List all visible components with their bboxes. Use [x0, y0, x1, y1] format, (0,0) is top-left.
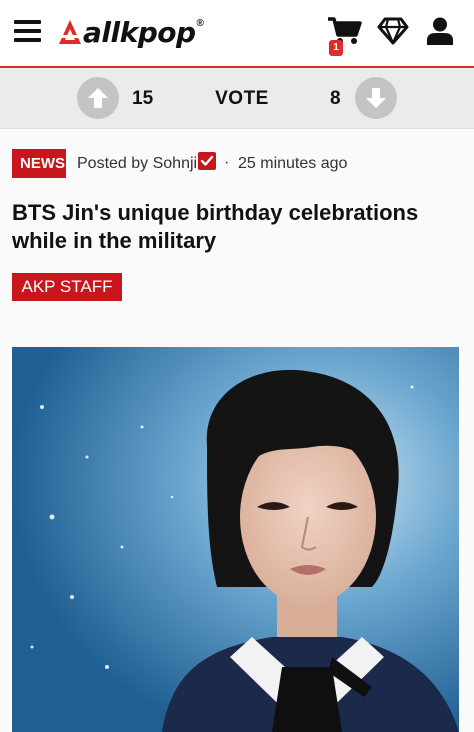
- account-button[interactable]: [427, 17, 453, 45]
- verified-icon: [198, 152, 216, 170]
- logo-text: allkpop: [83, 15, 196, 49]
- separator-dot: ·: [224, 154, 230, 171]
- registered-mark: ®: [196, 18, 204, 29]
- downvote-button[interactable]: [355, 77, 397, 119]
- staff-author-tag[interactable]: AKP STAFF: [12, 273, 122, 301]
- downvote-count: 8: [330, 88, 341, 109]
- vote-label: VOTE: [215, 88, 269, 109]
- category-badge[interactable]: NEWS: [12, 149, 66, 178]
- vote-bar: 15 VOTE 8: [0, 68, 474, 129]
- hamburger-menu-icon[interactable]: [14, 20, 41, 42]
- shopping-cart-button[interactable]: 1: [328, 16, 362, 60]
- arrow-up-icon: [88, 88, 108, 108]
- vip-button[interactable]: [377, 16, 409, 46]
- upvote-count: 15: [132, 88, 154, 109]
- logo-mark-icon: [59, 20, 81, 44]
- article-hero-image[interactable]: [12, 347, 459, 732]
- diamond-icon: [377, 17, 409, 45]
- upvote-button[interactable]: [77, 77, 119, 119]
- hero-photo-illustration: [12, 347, 459, 732]
- cart-count-badge: 1: [329, 40, 343, 56]
- allkpop-logo[interactable]: allkpop ®: [58, 14, 204, 50]
- user-icon: [427, 17, 453, 45]
- arrow-down-icon: [366, 88, 386, 108]
- article-content: NEWS Posted by Sohnji · 25 minutes ago B…: [0, 129, 474, 732]
- author-byline[interactable]: Posted by Sohnji: [77, 155, 197, 173]
- post-time: 25 minutes ago: [238, 155, 348, 172]
- article-title: BTS Jin's unique birthday celebrations w…: [12, 200, 419, 253]
- site-header: allkpop ® 1: [0, 0, 474, 68]
